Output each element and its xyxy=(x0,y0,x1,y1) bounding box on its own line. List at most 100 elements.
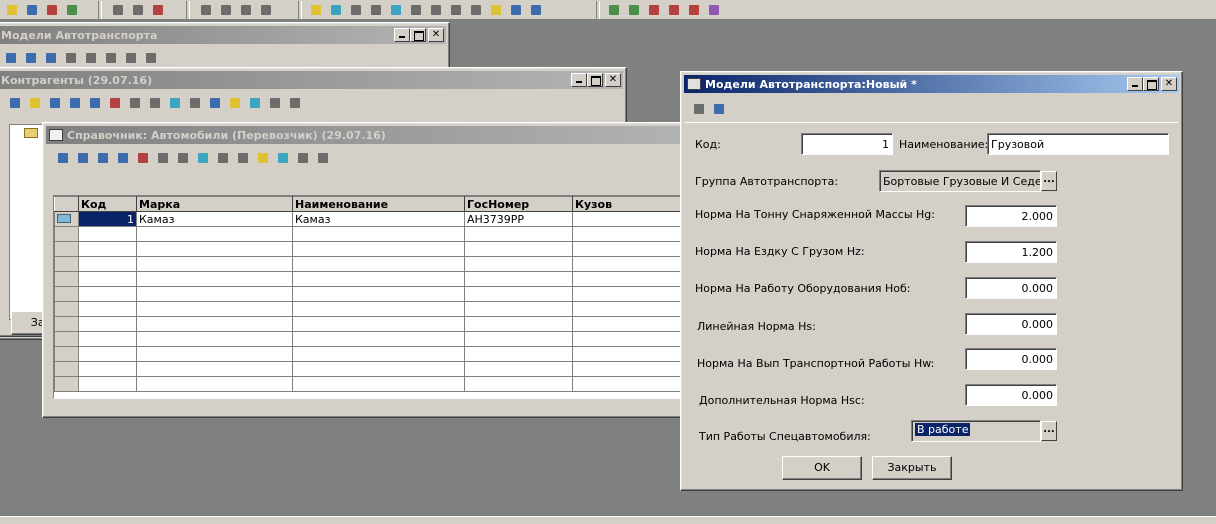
close-button[interactable]: ✕ xyxy=(428,28,444,42)
filter-icon[interactable] xyxy=(275,150,291,166)
table-cell[interactable] xyxy=(136,241,293,257)
run-icon[interactable] xyxy=(448,2,464,18)
grid-icon[interactable] xyxy=(408,2,424,18)
table-cell[interactable] xyxy=(78,346,137,362)
move-icon[interactable] xyxy=(147,95,163,111)
table-cell[interactable] xyxy=(292,226,465,242)
list-view-icon[interactable] xyxy=(115,150,131,166)
table-cell[interactable] xyxy=(78,286,137,302)
table-row[interactable] xyxy=(54,271,700,287)
tree-view-icon[interactable] xyxy=(255,150,271,166)
cell-code[interactable]: 1 xyxy=(78,211,137,227)
table-cell[interactable] xyxy=(292,376,465,392)
row-header[interactable] xyxy=(54,316,79,332)
context-help-icon[interactable] xyxy=(711,101,727,117)
cell-name[interactable]: Камаз xyxy=(292,211,465,227)
journal-icon[interactable] xyxy=(44,2,60,18)
code-field[interactable]: 1 xyxy=(801,133,893,155)
table-cell[interactable] xyxy=(464,361,573,377)
table-cell[interactable] xyxy=(464,286,573,302)
table-cell[interactable] xyxy=(464,301,573,317)
list-icon[interactable] xyxy=(110,2,126,18)
folder-icon[interactable] xyxy=(488,2,504,18)
table-row[interactable] xyxy=(54,241,700,257)
window-models-list-titlebar[interactable]: Модели Автотранспорта ✕ xyxy=(0,26,446,44)
table-row[interactable] xyxy=(54,331,700,347)
help-pointer-icon[interactable] xyxy=(64,2,80,18)
cell-brand[interactable]: Камаз xyxy=(136,211,293,227)
table-row[interactable] xyxy=(54,361,700,377)
close-button[interactable]: ✕ xyxy=(1161,77,1177,91)
table-row[interactable] xyxy=(54,301,700,317)
folder-icon[interactable] xyxy=(24,128,38,138)
cell-plate[interactable]: АН3739РР xyxy=(464,211,573,227)
copy-item-icon[interactable] xyxy=(195,150,211,166)
help-icon[interactable] xyxy=(691,101,707,117)
table-cell[interactable] xyxy=(292,331,465,347)
clock-icon[interactable] xyxy=(130,2,146,18)
config-icon[interactable] xyxy=(686,2,702,18)
row-header[interactable] xyxy=(54,361,79,377)
norm-field[interactable]: 0.000 xyxy=(965,277,1057,299)
move-to-group-icon[interactable] xyxy=(235,150,251,166)
row-header[interactable] xyxy=(54,256,79,272)
table-cell[interactable] xyxy=(292,286,465,302)
minimize-button[interactable] xyxy=(394,28,410,42)
form-icon[interactable] xyxy=(238,2,254,18)
window-contractors-titlebar[interactable]: Контрагенты (29.07.16) ✕ xyxy=(0,71,623,89)
table-cell[interactable] xyxy=(78,226,137,242)
row-header[interactable] xyxy=(54,241,79,257)
print-icon[interactable] xyxy=(215,150,231,166)
table-row[interactable] xyxy=(54,286,700,302)
edit-item-icon[interactable] xyxy=(75,150,91,166)
table-cell[interactable] xyxy=(136,226,293,242)
column-header[interactable]: Марка xyxy=(136,196,293,212)
norm-field[interactable]: 0.000 xyxy=(965,384,1057,406)
new-item-icon[interactable] xyxy=(55,150,71,166)
table-cell[interactable] xyxy=(136,256,293,272)
window-cars-titlebar[interactable]: Справочник: Автомобили (Перевозчик) (29.… xyxy=(46,126,698,144)
print-icon[interactable] xyxy=(187,95,203,111)
edit-item-icon[interactable] xyxy=(43,50,59,66)
globe-icon[interactable] xyxy=(528,2,544,18)
table-row[interactable] xyxy=(54,226,700,242)
edit-icon[interactable] xyxy=(666,2,682,18)
close-button[interactable]: ✕ xyxy=(605,73,621,87)
rights-icon[interactable] xyxy=(706,2,722,18)
table-cell[interactable] xyxy=(292,361,465,377)
row-header[interactable] xyxy=(54,286,79,302)
pen-icon[interactable] xyxy=(428,2,444,18)
module-icon[interactable] xyxy=(258,2,274,18)
group-field[interactable]: Бортовые Грузовые И Седелы xyxy=(879,170,1041,192)
maximize-button[interactable] xyxy=(410,28,426,42)
column-header[interactable]: ГосНомер xyxy=(464,196,573,212)
table-row[interactable] xyxy=(54,346,700,362)
copy-item-icon[interactable] xyxy=(103,50,119,66)
report-icon[interactable] xyxy=(198,2,214,18)
dialog-titlebar[interactable]: Модели Автотранспорта:Новый * ✕ xyxy=(684,75,1179,93)
tree-icon[interactable] xyxy=(606,2,622,18)
table-cell[interactable] xyxy=(464,241,573,257)
help-icon[interactable] xyxy=(123,50,139,66)
edit-item-icon[interactable] xyxy=(47,95,63,111)
table-cell[interactable] xyxy=(78,376,137,392)
table-row[interactable] xyxy=(54,316,700,332)
table-cell[interactable] xyxy=(292,256,465,272)
new-item-icon[interactable] xyxy=(3,50,19,66)
table-cell[interactable] xyxy=(292,271,465,287)
work-type-browse-button[interactable]: ... xyxy=(1041,421,1057,441)
column-header[interactable]: Код xyxy=(78,196,137,212)
table-cell[interactable] xyxy=(78,271,137,287)
insert-icon[interactable] xyxy=(388,2,404,18)
table-cell[interactable] xyxy=(78,331,137,347)
row-header[interactable] xyxy=(54,211,79,227)
table-cell[interactable] xyxy=(78,361,137,377)
move-icon[interactable] xyxy=(175,150,191,166)
filter-icon[interactable] xyxy=(247,95,263,111)
norm-field[interactable]: 0.000 xyxy=(965,313,1057,335)
new-item-icon[interactable] xyxy=(7,95,23,111)
find-icon[interactable] xyxy=(95,150,111,166)
close-dialog-button[interactable]: Закрыть xyxy=(872,456,952,480)
row-header[interactable] xyxy=(54,226,79,242)
minimize-button[interactable] xyxy=(1127,77,1143,91)
